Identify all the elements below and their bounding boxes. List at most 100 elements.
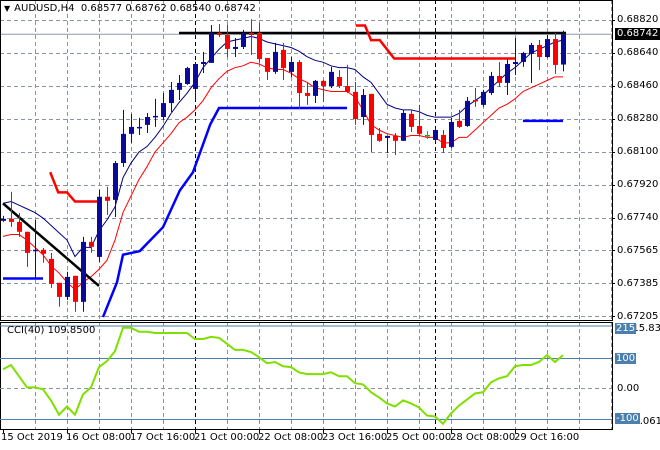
candle-body [417, 125, 422, 134]
candle-body [17, 221, 22, 232]
candle-body [553, 39, 558, 65]
cci-line [2, 326, 564, 426]
candle-body [441, 134, 446, 148]
time-label: 23 Oct 16:00 [322, 432, 388, 443]
candle-body [105, 196, 110, 201]
main-pane-frame [0, 0, 613, 321]
candle-body [489, 75, 494, 93]
stop-up-line [101, 106, 347, 318]
candle-body [465, 100, 470, 126]
candle-body [473, 99, 478, 102]
candle-body [33, 249, 38, 252]
collapse-triangle-icon[interactable]: ▼ [4, 4, 10, 13]
candle-body [545, 39, 550, 58]
candle-body [401, 112, 406, 141]
cci-pane-frame [0, 322, 613, 430]
price-label: 0.67385 [617, 278, 659, 289]
candle-body [129, 126, 134, 134]
candle-body [65, 276, 70, 297]
candle-body [145, 116, 150, 125]
candle-body [297, 61, 302, 93]
candle-body [1, 218, 6, 221]
candle-body [225, 35, 230, 49]
candle-body [505, 64, 510, 83]
time-label: 15 Oct 2019 [1, 432, 63, 443]
candle-body [345, 86, 350, 92]
candle-body [249, 33, 254, 36]
candle-body [353, 91, 358, 120]
candle-body [265, 57, 270, 72]
price-label: 0.68280 [617, 113, 659, 124]
candle-body [41, 249, 46, 254]
time-label: 25 Oct 00:00 [386, 432, 452, 443]
price-label: 0.68100 [617, 146, 659, 157]
candle-body [49, 258, 54, 284]
time-label: 16 Oct 08:00 [66, 432, 132, 443]
candle-body [321, 80, 326, 87]
candle-body [409, 113, 414, 127]
price-label: 0.68640 [617, 47, 659, 58]
cci-min-box: -100 [615, 413, 640, 424]
ma-slow-line [2, 61, 563, 291]
candle-body [289, 61, 294, 72]
candle-body [241, 33, 246, 47]
symbol: AUDUSD,H4 [14, 3, 75, 14]
time-label: 17 Oct 16:00 [130, 432, 196, 443]
candle-body [393, 135, 398, 141]
candle-body [313, 80, 318, 96]
candle-body [81, 241, 86, 302]
candle-body [337, 77, 342, 87]
price-label: 0.67565 [617, 245, 659, 256]
cci-zero-label: 0.00 [617, 383, 640, 394]
price-label: 0.68460 [617, 80, 659, 91]
candle-body [201, 61, 206, 64]
candle-body [169, 89, 174, 104]
candle-body [329, 71, 334, 87]
candle-body [457, 120, 462, 127]
candle-body [57, 282, 62, 297]
candle-body [185, 68, 190, 84]
chart-window[interactable]: ▼ AUDUSD,H4 0.68577 0.68762 0.68540 0.687… [0, 0, 660, 450]
candle-body [377, 133, 382, 141]
candle-body [561, 34, 566, 65]
current-price-label: 0.68742 [615, 28, 660, 40]
candle-body [433, 130, 438, 140]
candle-body [521, 52, 526, 62]
candle-body [193, 64, 198, 89]
candle-body [209, 33, 214, 63]
candle-body [233, 46, 238, 49]
candle-body [177, 82, 182, 90]
ohlc-open: 0.68577 [80, 3, 123, 14]
price-label: 0.67920 [617, 179, 659, 190]
candle-body [497, 75, 502, 83]
candle-body [385, 135, 390, 138]
price-label: 0.68820 [617, 14, 659, 25]
price-label: 0.67205 [617, 311, 659, 322]
chart-title: ▼ AUDUSD,H4 0.68577 0.68762 0.68540 0.687… [4, 3, 256, 14]
candle-body [513, 61, 518, 64]
time-label: 22 Oct 08:00 [258, 432, 324, 443]
candle-body [161, 103, 166, 117]
candle-body [121, 133, 126, 164]
candle-body [217, 33, 222, 36]
candle-body [281, 49, 286, 69]
candle-body [257, 33, 262, 60]
candle-body [449, 121, 454, 147]
candle-body [361, 94, 366, 117]
candle-body [481, 91, 486, 105]
cci-level-100: 100 [615, 353, 637, 364]
candle-body [137, 126, 142, 129]
candle-body [369, 93, 374, 135]
price-label: 0.67740 [617, 212, 659, 223]
candle-body [97, 196, 102, 257]
ohlc-close: 0.68742 [214, 3, 256, 14]
candle-body [89, 241, 94, 247]
candle-body [425, 134, 430, 137]
candle-body [25, 231, 30, 253]
stop-down-line [49, 171, 100, 203]
time-label: 28 Oct 08:00 [450, 432, 516, 443]
candle-body [153, 115, 158, 118]
candle-body [113, 163, 118, 200]
candle-body [273, 51, 278, 72]
price-chart[interactable] [0, 0, 660, 450]
